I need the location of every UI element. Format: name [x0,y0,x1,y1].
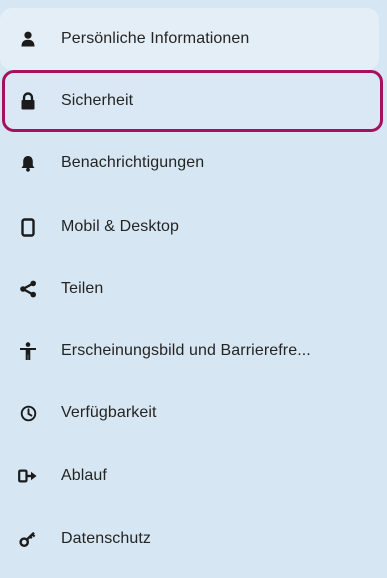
sidebar-item-label: Erscheinungsbild und Barrierefre... [61,342,311,359]
settings-sidebar: Persönliche Informationen Sicherheit Ben… [0,0,387,578]
sidebar-item-label: Datenschutz [61,530,152,547]
sidebar-item-mobile-desktop[interactable]: Mobil & Desktop [0,196,387,258]
sidebar-item-label: Verfügbarkeit [61,404,157,421]
sidebar-item-label: Teilen [61,280,104,297]
sidebar-item-security[interactable]: Sicherheit [0,70,387,132]
sidebar-item-availability[interactable]: Verfügbarkeit [0,382,387,444]
lock-icon [18,91,38,111]
sidebar-item-notifications[interactable]: Benachrichtigungen [0,132,387,194]
sidebar-item-privacy[interactable]: Datenschutz [0,508,387,570]
sidebar-item-label: Sicherheit [61,92,134,109]
sidebar-item-personal-information[interactable]: Persönliche Informationen [0,8,387,70]
mobile-device-icon [18,217,38,237]
sidebar-item-label: Mobil & Desktop [61,218,179,235]
sidebar-item-appearance-accessibility[interactable]: Erscheinungsbild und Barrierefre... [0,320,387,382]
sidebar-item-label: Benachrichtigungen [61,154,205,171]
sidebar-item-label: Persönliche Informationen [61,30,250,47]
key-icon [18,529,38,549]
clock-icon [18,403,38,423]
sidebar-item-label: Ablauf [61,467,107,484]
sidebar-item-logout[interactable]: Ablauf [0,445,387,507]
share-icon [18,279,38,299]
bell-icon [18,153,38,173]
accessibility-icon [18,341,38,361]
person-icon [18,29,38,49]
sidebar-item-sharing[interactable]: Teilen [0,258,387,320]
sign-out-icon [18,466,38,486]
